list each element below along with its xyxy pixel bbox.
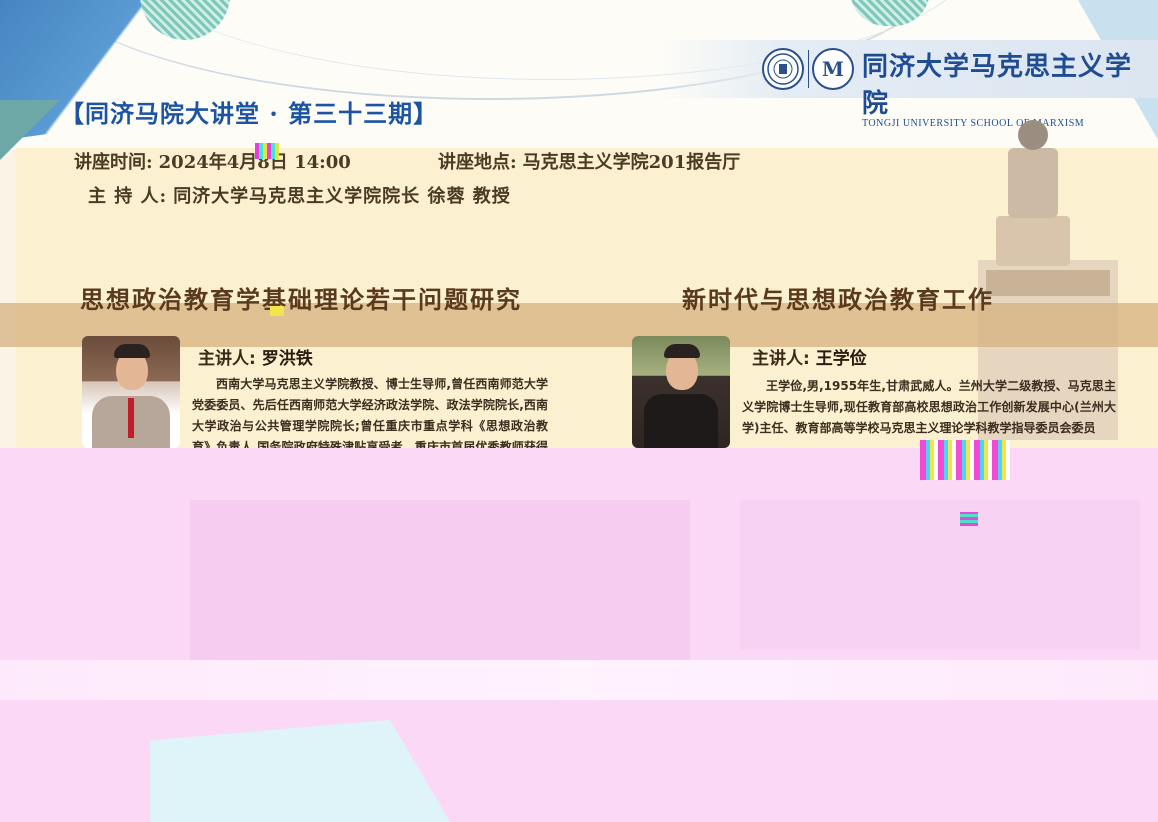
lecture-host-value: 同济大学马克思主义学院院长 徐蓉 教授	[173, 186, 511, 207]
lecture-host-label: 主 持 人:	[88, 186, 168, 207]
speaker-1-heading: 主讲人: 罗洪铁	[198, 344, 313, 369]
lecture-poster: M 同济大学马克思主义学院 TONGJI UNIVERSITY SCHOOL O…	[0, 0, 1158, 822]
talk-1-topic: 思想政治教育学基础理论若干问题研究	[80, 286, 522, 314]
corrupted-image-region	[740, 500, 1140, 650]
corrupted-image-region	[0, 660, 1158, 700]
lecture-venue-label: 讲座地点:	[438, 152, 517, 173]
corrupted-image-region	[190, 500, 690, 670]
page-title: 【同济马院大讲堂 · 第三十三期】	[60, 99, 439, 128]
lecture-venue: 讲座地点: 马克思主义学院201报告厅	[438, 148, 740, 174]
marxism-school-seal-icon: M	[812, 48, 854, 90]
glitch-artifact	[960, 512, 978, 526]
school-name-cn: 同济大学马克思主义学院	[862, 52, 1133, 119]
lecture-time-label: 讲座时间:	[74, 152, 153, 173]
speaker-1-photo	[82, 336, 180, 448]
speaker-1-name: 罗洪铁	[261, 349, 313, 369]
school-logo-bar: M 同济大学马克思主义学院 TONGJI UNIVERSITY SCHOOL O…	[660, 40, 1158, 129]
logo-divider	[808, 50, 809, 88]
speaker-2-name: 王学俭	[815, 349, 867, 369]
glitch-artifact	[920, 440, 1010, 480]
glitch-artifact	[255, 143, 279, 159]
speaker-2-heading: 主讲人: 王学俭	[752, 344, 867, 369]
speaker-2-label: 主讲人:	[752, 349, 810, 369]
university-seal-icon	[762, 48, 804, 90]
lecture-venue-value: 马克思主义学院201报告厅	[522, 152, 741, 173]
lecture-time: 讲座时间: 2024年4月8日 14:00	[74, 148, 351, 174]
speaker-1-label: 主讲人:	[198, 349, 256, 369]
speaker-2-photo	[632, 336, 730, 448]
school-logo-text: 同济大学马克思主义学院 TONGJI UNIVERSITY SCHOOL OF …	[862, 46, 1158, 129]
lecture-host: 主 持 人: 同济大学马克思主义学院院长 徐蓉 教授	[88, 182, 511, 208]
glitch-artifact	[270, 306, 284, 316]
talk-2-topic: 新时代与思想政治教育工作	[682, 286, 994, 314]
